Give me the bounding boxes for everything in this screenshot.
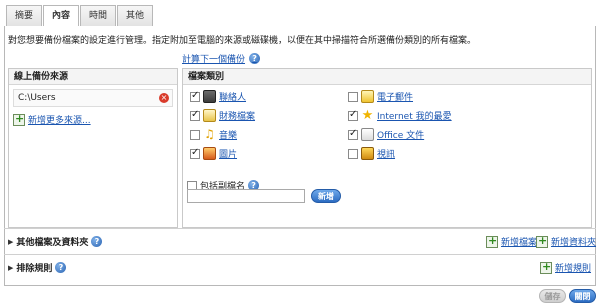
- other-files-title[interactable]: ▶ 其他檔案及資料夾 ?: [8, 235, 103, 248]
- music-label[interactable]: 音樂: [219, 128, 237, 141]
- add-rule-icon: [540, 260, 552, 274]
- expand-triangle-icon: ▶: [8, 263, 14, 272]
- category-music[interactable]: ♫ 音樂: [190, 128, 237, 141]
- add-rule-label[interactable]: 新增規則: [555, 261, 591, 274]
- calculate-next-backup-label[interactable]: 計算下一個備份: [182, 52, 245, 65]
- office-document-icon: [361, 128, 374, 141]
- video-label[interactable]: 視訊: [377, 147, 395, 160]
- category-office[interactable]: Office 文件: [348, 128, 424, 141]
- add-folder-label[interactable]: 新增資料夾: [551, 235, 596, 248]
- file-categories-header: 檔案類別: [183, 69, 591, 85]
- category-email[interactable]: 電子郵件: [348, 90, 413, 103]
- music-icon: ♫: [204, 127, 215, 141]
- intro-text: 對您想要備份檔案的設定進行管理。指定附加至電腦的來源或磁碟機，以便在其中掃描符合…: [8, 36, 477, 46]
- exclusion-rules-title[interactable]: ▶ 排除規則 ?: [8, 261, 67, 274]
- add-extension-button[interactable]: 新增: [311, 189, 341, 203]
- add-file-label[interactable]: 新增檔案: [501, 235, 537, 248]
- favorites-star-icon: ★: [361, 108, 374, 123]
- remove-source-icon[interactable]: ×: [159, 93, 169, 103]
- add-file-link[interactable]: 新增檔案: [486, 234, 537, 248]
- video-checkbox[interactable]: [348, 148, 358, 159]
- pictures-icon: [203, 147, 216, 160]
- category-video[interactable]: 視訊: [348, 147, 395, 160]
- favorites-checkbox[interactable]: [348, 109, 358, 121]
- add-rule-link[interactable]: 新增規則: [540, 260, 591, 274]
- tab-contents[interactable]: 內容: [43, 5, 80, 28]
- tab-summary[interactable]: 摘要: [6, 5, 43, 27]
- close-button[interactable]: 關閉: [569, 289, 596, 303]
- tab-bar: 摘要 內容 時間 其他: [6, 5, 154, 28]
- source-item[interactable]: C:\Users ×: [13, 89, 173, 107]
- other-files-section: ▶ 其他檔案及資料夾 ? 新增檔案 新增資料夾: [4, 228, 596, 252]
- exclusion-help-icon[interactable]: ?: [55, 262, 67, 273]
- finance-label[interactable]: 財務檔案: [219, 109, 255, 122]
- office-checkbox[interactable]: [348, 128, 358, 140]
- category-finance[interactable]: 財務檔案: [190, 109, 255, 122]
- expand-triangle-icon: ▶: [8, 237, 14, 246]
- video-icon: [361, 147, 374, 160]
- exclusion-rules-label: 排除規則: [16, 264, 53, 274]
- category-contacts[interactable]: 聯絡人: [190, 90, 246, 103]
- extension-input[interactable]: [187, 189, 305, 203]
- category-pictures[interactable]: 圖片: [190, 147, 237, 160]
- finance-icon: [203, 109, 216, 122]
- other-files-help-icon[interactable]: ?: [91, 236, 103, 247]
- tab-other[interactable]: 其他: [117, 5, 154, 27]
- pictures-checkbox[interactable]: [190, 147, 200, 159]
- add-source-icon: [13, 112, 25, 126]
- tab-schedule[interactable]: 時間: [80, 5, 117, 27]
- add-source-link[interactable]: 新增更多來源...: [13, 112, 91, 126]
- finance-checkbox[interactable]: [190, 109, 200, 121]
- contacts-checkbox[interactable]: [190, 90, 200, 102]
- favorites-label[interactable]: Internet 我的最愛: [377, 109, 452, 122]
- email-icon: [361, 90, 374, 103]
- add-folder-link[interactable]: 新增資料夾: [536, 234, 596, 248]
- office-label[interactable]: Office 文件: [377, 128, 424, 141]
- music-checkbox[interactable]: [190, 129, 200, 140]
- add-folder-icon: [536, 234, 548, 248]
- contacts-icon: [203, 90, 216, 103]
- add-source-label[interactable]: 新增更多來源...: [28, 113, 91, 126]
- calculate-next-backup-link[interactable]: 計算下一個備份 ?: [182, 52, 261, 65]
- backup-sources-box: 線上備份來源 C:\Users × 新增更多來源...: [8, 68, 178, 228]
- contacts-label[interactable]: 聯絡人: [219, 90, 246, 103]
- pictures-label[interactable]: 圖片: [219, 147, 237, 160]
- exclusion-rules-section: ▶ 排除規則 ? 新增規則: [4, 254, 596, 278]
- source-path: C:\Users: [18, 93, 56, 103]
- other-files-label: 其他檔案及資料夾: [16, 238, 89, 248]
- save-button[interactable]: 儲存: [539, 289, 566, 303]
- help-icon[interactable]: ?: [249, 53, 261, 64]
- backup-sources-header: 線上備份來源: [9, 69, 177, 85]
- email-label[interactable]: 電子郵件: [377, 90, 413, 103]
- category-favorites[interactable]: ★ Internet 我的最愛: [348, 109, 452, 122]
- email-checkbox[interactable]: [348, 91, 358, 102]
- add-file-icon: [486, 234, 498, 248]
